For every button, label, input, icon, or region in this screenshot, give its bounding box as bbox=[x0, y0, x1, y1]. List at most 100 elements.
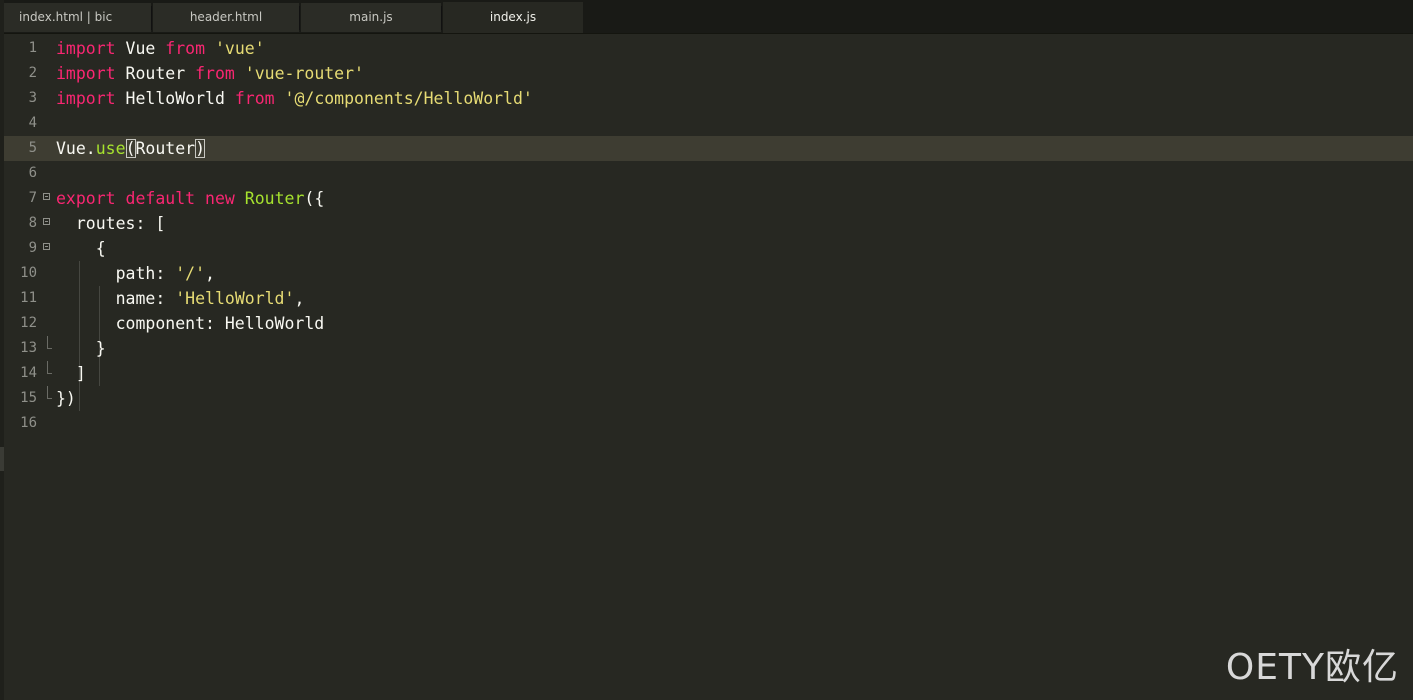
line-text: { bbox=[56, 236, 106, 261]
code-editor-window: index.html | bic header.html main.js ind… bbox=[0, 0, 1413, 700]
line-text: component: HelloWorld bbox=[56, 311, 325, 336]
line-number: 14 bbox=[20, 365, 37, 381]
code-token: routes: [ bbox=[56, 214, 166, 233]
code-token: '@/components/HelloWorld' bbox=[284, 89, 533, 108]
code-line[interactable]: 4 bbox=[4, 111, 1413, 136]
tab-divider bbox=[441, 6, 442, 30]
line-number: 5 bbox=[28, 140, 37, 156]
line-number: 1 bbox=[28, 40, 37, 56]
watermark-logo: OETY欧亿 bbox=[1225, 647, 1399, 688]
code-area[interactable]: 1 import Vue from 'vue' 2 import Router fro… bbox=[4, 36, 1413, 436]
line-text: import Router from 'vue-router' bbox=[56, 61, 364, 86]
line-number: 6 bbox=[28, 165, 37, 181]
code-token: , bbox=[205, 264, 215, 283]
fold-end-icon bbox=[47, 361, 52, 374]
code-token: export bbox=[56, 189, 116, 208]
code-token: import bbox=[56, 39, 116, 58]
line-text: }) bbox=[56, 386, 76, 411]
tab-label: main.js bbox=[349, 10, 393, 24]
code-token: from bbox=[165, 39, 206, 58]
line-number: 10 bbox=[20, 265, 37, 281]
code-line[interactable]: 10 path: '/', bbox=[4, 261, 1413, 286]
code-token: ) bbox=[195, 139, 206, 158]
code-token: name: bbox=[56, 289, 176, 308]
fold-end-icon bbox=[47, 386, 52, 399]
code-token: '/' bbox=[175, 264, 206, 283]
code-token: import bbox=[56, 89, 116, 108]
code-token: Router bbox=[115, 64, 196, 83]
code-token: Router bbox=[135, 139, 196, 158]
line-text: routes: [ bbox=[56, 211, 165, 236]
code-line[interactable]: 6 bbox=[4, 161, 1413, 186]
line-number: 15 bbox=[20, 390, 37, 406]
code-token: component: HelloWorld bbox=[56, 314, 325, 333]
code-line[interactable]: 3 import HelloWorld from '@/components/He… bbox=[4, 86, 1413, 111]
line-number: 13 bbox=[20, 340, 37, 356]
code-line[interactable]: 11 name: 'HelloWorld', bbox=[4, 286, 1413, 311]
code-token: ] bbox=[56, 364, 86, 383]
tab-divider bbox=[151, 6, 152, 30]
code-token: HelloWorld bbox=[115, 89, 235, 108]
line-number: 12 bbox=[20, 315, 37, 331]
line-number: 8 bbox=[28, 215, 37, 231]
code-token: , bbox=[294, 289, 305, 308]
code-token: } bbox=[56, 339, 106, 358]
code-line[interactable]: 15}) bbox=[4, 386, 1413, 411]
line-number: 16 bbox=[20, 415, 37, 431]
code-token: Vue. bbox=[56, 139, 96, 158]
line-text: import Vue from 'vue' bbox=[56, 36, 265, 61]
code-line[interactable]: 5 Vue.use(Router) bbox=[4, 136, 1413, 161]
tab-header-html[interactable]: header.html bbox=[153, 3, 299, 32]
code-token: Router bbox=[244, 189, 305, 208]
tab-index-html-bic[interactable]: index.html | bic bbox=[4, 3, 151, 32]
tab-bar: index.html | bic header.html main.js ind… bbox=[4, 0, 1413, 34]
fold-end-icon bbox=[47, 336, 52, 349]
code-token: from bbox=[234, 89, 275, 108]
tab-label: header.html bbox=[189, 10, 263, 24]
line-number: 3 bbox=[28, 90, 37, 106]
tab-index-js[interactable]: index.js bbox=[443, 2, 583, 33]
code-line[interactable]: 13 } bbox=[4, 336, 1413, 361]
code-line[interactable]: 16 bbox=[4, 411, 1413, 436]
fold-toggle-icon[interactable] bbox=[43, 243, 50, 250]
fold-toggle-icon[interactable] bbox=[43, 193, 50, 200]
tab-label: index.js bbox=[489, 10, 537, 24]
code-token: ({ bbox=[304, 189, 325, 208]
fold-toggle-icon[interactable] bbox=[43, 218, 50, 225]
code-line[interactable]: 14 ] bbox=[4, 361, 1413, 386]
code-token: Vue bbox=[115, 39, 166, 58]
tab-label: index.html | bic bbox=[19, 10, 113, 24]
code-line[interactable]: 2 import Router from 'vue-router' bbox=[4, 61, 1413, 86]
line-number: 4 bbox=[28, 115, 37, 131]
code-token: 'HelloWorld' bbox=[175, 289, 295, 308]
line-number: 9 bbox=[28, 240, 37, 256]
code-token: ( bbox=[125, 139, 136, 158]
code-line[interactable]: 1 import Vue from 'vue' bbox=[4, 36, 1413, 61]
line-text: } bbox=[56, 336, 106, 361]
line-number: 2 bbox=[28, 65, 37, 81]
line-number: 7 bbox=[28, 190, 37, 206]
line-text: path: '/', bbox=[56, 261, 215, 286]
code-line[interactable]: 8 routes: [ bbox=[4, 211, 1413, 236]
code-line[interactable]: 12 component: HelloWorld bbox=[4, 311, 1413, 336]
line-text: export default new Router({ bbox=[56, 186, 324, 211]
code-token: { bbox=[56, 239, 106, 258]
tab-main-js[interactable]: main.js bbox=[301, 3, 441, 32]
code-token: use bbox=[95, 139, 126, 158]
code-token: 'vue' bbox=[214, 39, 265, 58]
line-text: name: 'HelloWorld', bbox=[56, 286, 305, 311]
code-token: path: bbox=[56, 264, 176, 283]
code-line[interactable]: 9 { bbox=[4, 236, 1413, 261]
code-token: 'vue-router' bbox=[244, 64, 364, 83]
code-token: new bbox=[205, 189, 235, 208]
line-text: Vue.use(Router) bbox=[56, 136, 206, 161]
tab-divider bbox=[299, 6, 300, 30]
code-token: from bbox=[195, 64, 235, 83]
line-text: import HelloWorld from '@/components/Hel… bbox=[56, 86, 533, 111]
code-line[interactable]: 7 export default new Router({ bbox=[4, 186, 1413, 211]
